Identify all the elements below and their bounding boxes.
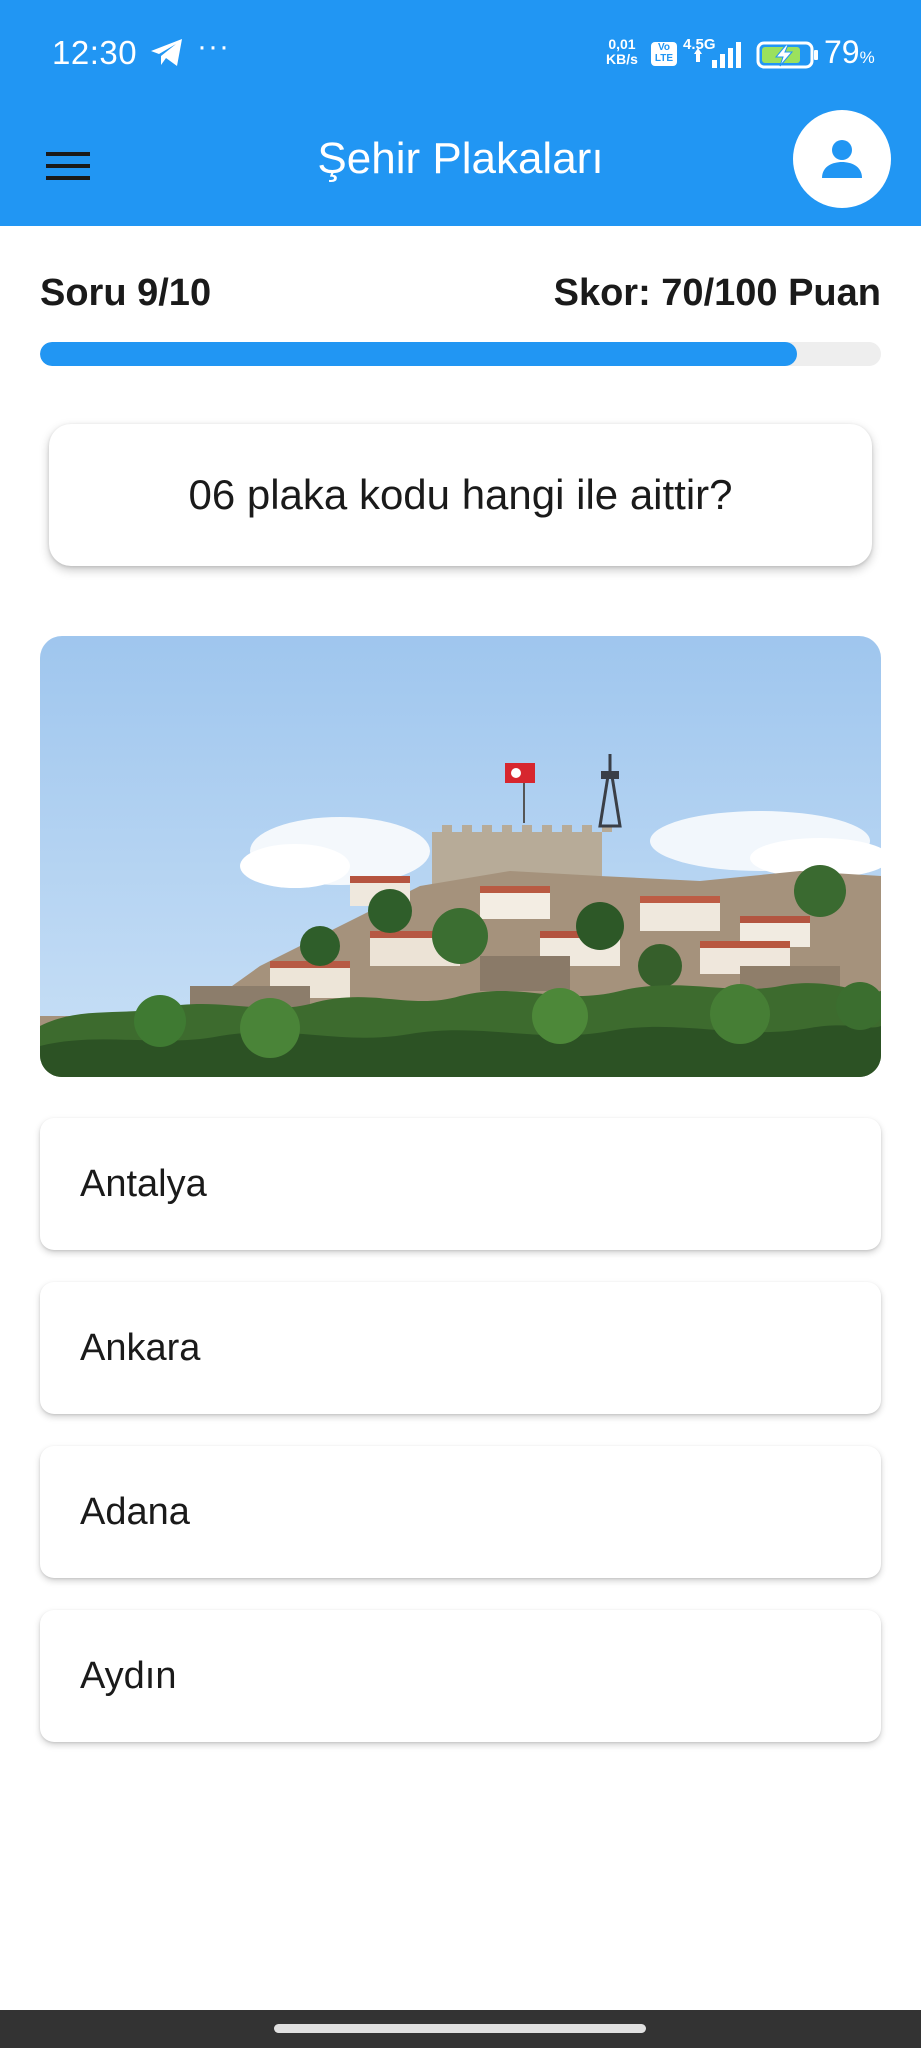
answer-option[interactable]: Aydın [40, 1610, 881, 1742]
app-header: 12:30 ··· 0,01 KB/s Vo LTE 4.5G 79% Şehi… [0, 0, 921, 226]
score-label: Skor: 70/100 Puan [553, 272, 881, 314]
app-bar: Şehir Plakaları [0, 110, 921, 226]
system-navigation-bar [0, 2010, 921, 2048]
battery-unit: % [859, 48, 875, 67]
quiz-progress-fill [40, 342, 797, 366]
profile-button[interactable] [793, 110, 891, 208]
status-bar: 12:30 ··· 0,01 KB/s Vo LTE 4.5G 79% [0, 0, 921, 110]
page-title: Şehir Plakaları [317, 134, 604, 183]
person-icon [822, 140, 862, 178]
answer-option-label: Aydın [80, 1654, 177, 1697]
home-gesture-handle[interactable] [274, 2024, 646, 2033]
question-counter: Soru 9/10 [40, 272, 212, 314]
volte-icon: Vo LTE [651, 42, 677, 66]
question-card: 06 plaka kodu hangi ile aittir? [49, 424, 872, 566]
answer-option-label: Antalya [80, 1162, 207, 1205]
answer-option-label: Adana [80, 1490, 190, 1533]
battery-percent: 79 [824, 34, 860, 70]
network-speed-value: 0,01 [608, 36, 636, 52]
quiz-progress-bar [40, 342, 881, 366]
answer-option[interactable]: Antalya [40, 1118, 881, 1250]
telegram-icon [151, 39, 182, 66]
battery-level: 79% [824, 34, 875, 71]
more-notifications-icon: ··· [197, 30, 230, 63]
network-speed: 0,01 KB/s [606, 37, 638, 67]
network-speed-unit: KB/s [606, 51, 638, 67]
answer-option-label: Ankara [80, 1326, 201, 1369]
volte-line1: Vo [657, 42, 671, 53]
volte-line2: LTE [654, 53, 674, 64]
ankara-castle-image [40, 636, 881, 1077]
answer-options: Antalya Ankara Adana Aydın [40, 1118, 881, 1774]
city-image [40, 636, 881, 1077]
status-time: 12:30 [52, 34, 138, 71]
answer-option[interactable]: Ankara [40, 1282, 881, 1414]
answer-option[interactable]: Adana [40, 1446, 881, 1578]
battery-charging-icon [756, 41, 818, 69]
question-text: 06 plaka kodu hangi ile aittir? [188, 471, 733, 518]
signal-icon [694, 42, 741, 68]
